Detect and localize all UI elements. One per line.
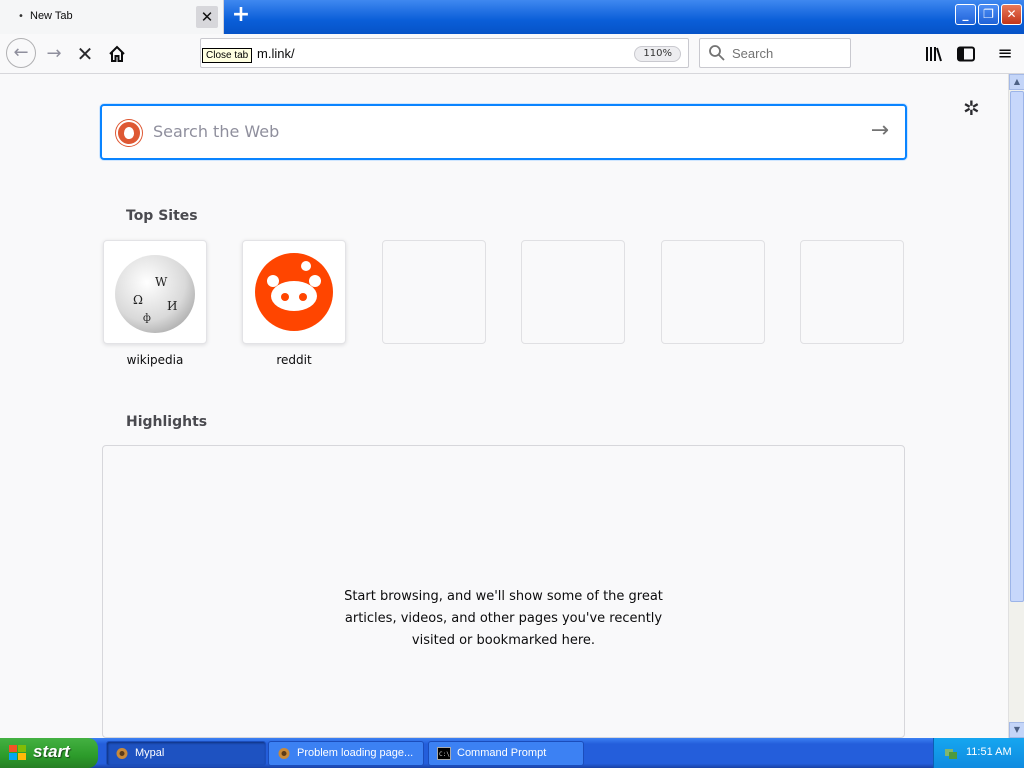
command-prompt-icon: C:\ bbox=[437, 747, 451, 760]
close-icon: ✕ bbox=[200, 8, 214, 26]
web-search-placeholder: Search the Web bbox=[153, 122, 280, 141]
library-button[interactable] bbox=[922, 42, 946, 66]
search-submit-button[interactable]: → bbox=[871, 118, 889, 143]
home-icon bbox=[109, 45, 125, 62]
sidebar-button[interactable] bbox=[954, 42, 978, 66]
mypal-icon bbox=[116, 748, 128, 759]
new-tab-page: ✲ Search the Web → Top Sites Ω W И ф wik… bbox=[0, 74, 1008, 738]
taskbar-item-mypal[interactable]: Mypal bbox=[106, 741, 266, 766]
close-tab-tooltip: Close tab bbox=[202, 48, 253, 63]
windows-logo-icon bbox=[9, 745, 27, 761]
home-button[interactable] bbox=[103, 40, 131, 68]
minimize-icon: _ bbox=[962, 7, 969, 21]
start-button[interactable]: start bbox=[0, 738, 98, 768]
top-site-reddit[interactable] bbox=[242, 240, 346, 344]
top-site-empty bbox=[521, 240, 625, 344]
navigation-toolbar: ← → ✕ m.link/ 110% Search ≡ bbox=[0, 34, 1024, 74]
taskbar-item-label: Mypal bbox=[135, 747, 165, 759]
scroll-up-button[interactable]: ▲ bbox=[1009, 74, 1024, 90]
vertical-scrollbar[interactable]: ▲ ▼ bbox=[1008, 74, 1024, 738]
web-search-input[interactable]: Search the Web → bbox=[100, 104, 907, 160]
restore-button[interactable]: ❐ bbox=[978, 4, 999, 25]
back-arrow-icon: ← bbox=[13, 42, 29, 63]
search-placeholder: Search bbox=[732, 46, 774, 61]
taskbar-item-problem-loading[interactable]: Problem loading page... bbox=[268, 741, 424, 766]
sidebar-icon bbox=[957, 46, 975, 62]
new-tab-button[interactable]: + bbox=[228, 4, 254, 28]
tab-title: New Tab bbox=[30, 10, 73, 22]
forward-arrow-icon: → bbox=[46, 43, 62, 64]
svg-text:C:\: C:\ bbox=[439, 751, 450, 758]
top-site-empty bbox=[382, 240, 486, 344]
mypal-icon bbox=[278, 748, 290, 759]
url-text[interactable]: m.link/ bbox=[257, 46, 295, 61]
highlights-message: Start browsing, and we'll show some of t… bbox=[344, 589, 663, 648]
clock[interactable]: 11:51 AM bbox=[966, 746, 1012, 758]
start-label: start bbox=[33, 742, 70, 761]
network-icon[interactable] bbox=[944, 746, 958, 760]
hamburger-icon: ≡ bbox=[997, 43, 1013, 64]
taskbar-item-command-prompt[interactable]: C:\ Command Prompt bbox=[428, 741, 584, 766]
top-sites-title: Top Sites bbox=[126, 208, 198, 224]
search-input[interactable]: Search bbox=[699, 38, 851, 68]
top-site-empty bbox=[800, 240, 904, 344]
customize-button[interactable]: ✲ bbox=[963, 96, 980, 120]
stop-icon: ✕ bbox=[76, 42, 94, 66]
url-bar[interactable]: m.link/ 110% bbox=[200, 38, 689, 68]
reddit-icon bbox=[255, 253, 333, 331]
top-site-wikipedia[interactable]: Ω W И ф bbox=[103, 240, 207, 344]
zoom-indicator[interactable]: 110% bbox=[634, 46, 681, 62]
forward-button[interactable]: → bbox=[40, 40, 68, 68]
plus-icon: + bbox=[231, 2, 251, 27]
search-icon bbox=[709, 45, 725, 61]
tab-loading-indicator: • bbox=[18, 11, 24, 22]
library-icon bbox=[926, 47, 942, 62]
tab-new-tab[interactable]: • New Tab ✕ bbox=[0, 0, 224, 34]
top-site-label[interactable]: wikipedia bbox=[103, 353, 207, 367]
close-window-button[interactable]: ✕ bbox=[1001, 4, 1022, 25]
back-button[interactable]: ← bbox=[6, 38, 36, 68]
scroll-down-button[interactable]: ▼ bbox=[1009, 722, 1024, 738]
wikipedia-icon: Ω W И ф bbox=[115, 255, 195, 333]
scrollbar-thumb[interactable] bbox=[1010, 91, 1024, 602]
close-window-icon: ✕ bbox=[1006, 7, 1017, 21]
highlights-title: Highlights bbox=[126, 414, 208, 430]
highlights-empty-state: Start browsing, and we'll show some of t… bbox=[102, 445, 905, 738]
stop-button[interactable]: ✕ bbox=[71, 40, 99, 68]
restore-icon: ❐ bbox=[983, 7, 994, 21]
taskbar-item-label: Command Prompt bbox=[457, 747, 547, 759]
taskbar-item-label: Problem loading page... bbox=[297, 747, 414, 759]
duckduckgo-icon bbox=[116, 120, 142, 146]
tab-strip: • New Tab ✕ + _ ❐ ✕ bbox=[0, 0, 1024, 34]
top-site-label[interactable]: reddit bbox=[242, 353, 346, 367]
top-site-empty bbox=[661, 240, 765, 344]
system-tray: 11:51 AM bbox=[933, 738, 1024, 768]
minimize-button[interactable]: _ bbox=[955, 4, 976, 25]
taskbar: start Mypal Problem loading page... C:\ … bbox=[0, 738, 1024, 768]
menu-button[interactable]: ≡ bbox=[993, 42, 1017, 66]
gear-icon: ✲ bbox=[963, 96, 980, 120]
close-tab-button[interactable]: ✕ bbox=[196, 6, 218, 28]
